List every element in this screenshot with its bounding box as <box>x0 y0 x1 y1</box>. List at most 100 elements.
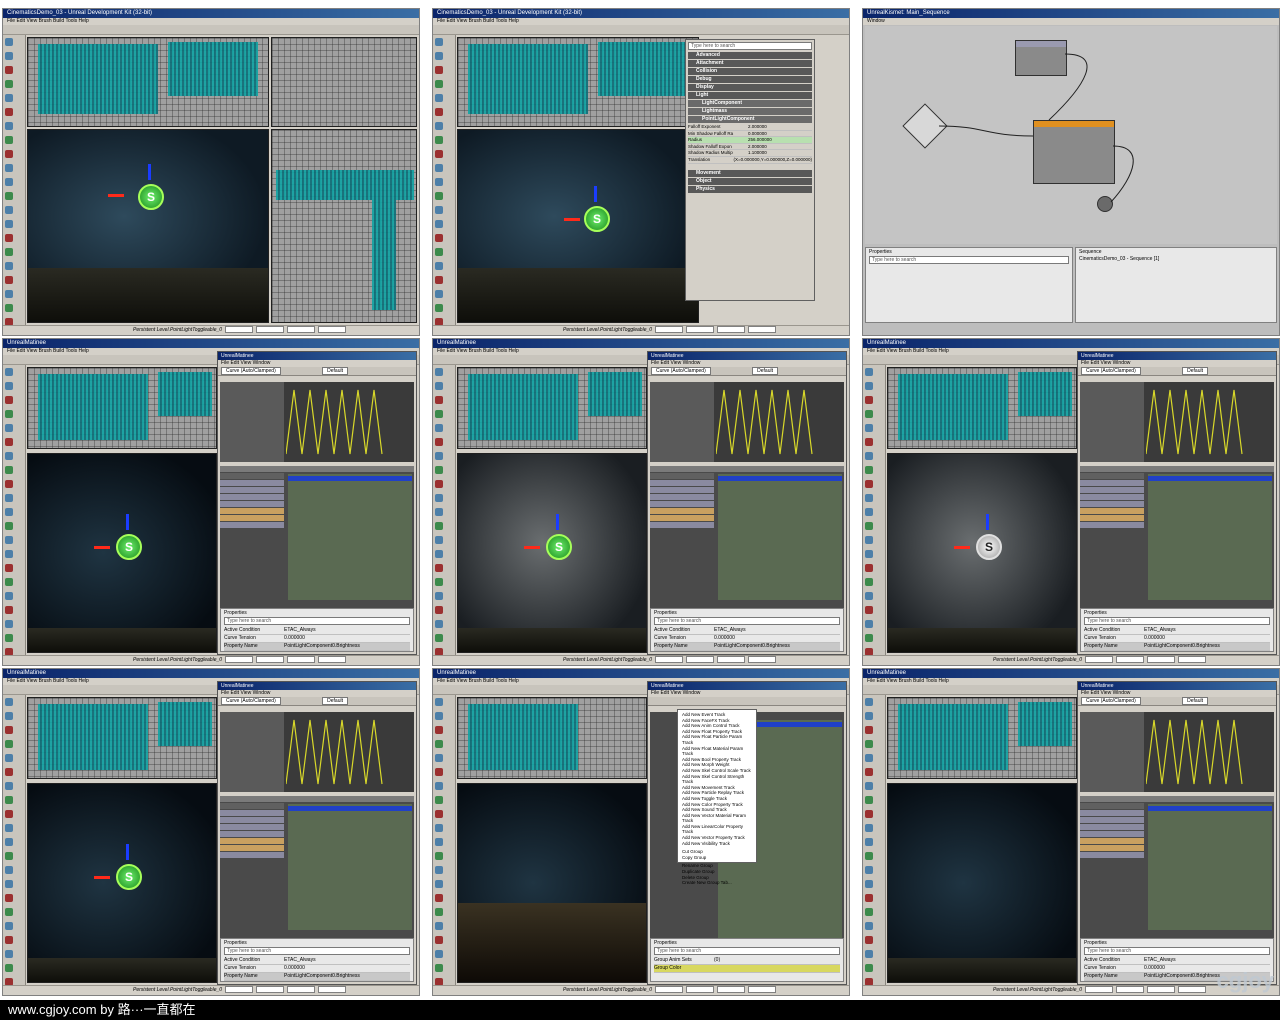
main-toolbar[interactable] <box>3 25 419 35</box>
point-light-icon[interactable]: S <box>116 534 142 560</box>
curve-mode-dropdown[interactable]: Curve (Auto/Clamped) <box>1081 697 1141 705</box>
front-viewport[interactable] <box>271 129 417 323</box>
prop-row[interactable]: Property Name PointLightComponent0.Bright… <box>224 643 410 651</box>
z-axis-gizmo[interactable] <box>126 844 129 860</box>
prop-row[interactable]: Falloff Exponent 2.000000 <box>688 124 812 131</box>
brightness-curve[interactable] <box>286 714 414 790</box>
matinee-toolbar[interactable]: Curve (Auto/Clamped) Default <box>218 697 416 706</box>
context-menu-item[interactable]: Add New Float Particle Param Track <box>682 734 752 745</box>
tool-strip[interactable] <box>433 365 456 665</box>
kismet-canvas[interactable] <box>865 26 1277 244</box>
side-viewport[interactable] <box>271 37 417 127</box>
perspective-viewport[interactable]: S <box>457 129 699 323</box>
curve-mode-dropdown[interactable]: Curve (Auto/Clamped) <box>221 697 281 705</box>
timeline[interactable] <box>1148 474 1272 600</box>
tool-strip[interactable] <box>433 695 456 995</box>
track-list[interactable] <box>650 466 844 614</box>
x-axis-gizmo[interactable] <box>954 546 970 549</box>
brightness-curve[interactable] <box>1146 384 1274 460</box>
menu-bar[interactable]: File Edit View Brush Build Tools Help <box>433 18 849 25</box>
group-dropdown[interactable]: Default <box>1182 367 1208 375</box>
top-viewport[interactable] <box>457 697 647 779</box>
curve-editor[interactable] <box>1080 712 1274 792</box>
perspective-viewport[interactable]: S <box>887 453 1077 653</box>
kismet-search-input[interactable]: Type here to search <box>869 256 1069 264</box>
prop-row[interactable]: Active Condition ETAC_Always <box>654 627 840 635</box>
track-context-menu[interactable]: Add New Event Track Add New FaceFX Track A… <box>677 709 757 885</box>
category-movement[interactable]: Movement <box>688 169 812 177</box>
top-viewport[interactable] <box>887 367 1077 449</box>
curve-editor[interactable] <box>1080 382 1274 462</box>
tool-strip[interactable] <box>3 365 26 665</box>
sequence-tree-item[interactable]: CinematicsDemo_03 - Sequence [1] <box>1079 256 1273 263</box>
perspective-viewport[interactable]: S <box>27 453 217 653</box>
matinee-toolbar[interactable]: Curve (Auto/Clamped) Default <box>1078 367 1276 376</box>
track-list[interactable] <box>220 796 414 944</box>
perspective-viewport[interactable]: S <box>457 453 647 653</box>
x-axis-gizmo[interactable] <box>564 218 580 221</box>
curve-mode-dropdown[interactable]: Curve (Auto/Clamped) <box>221 367 281 375</box>
x-axis-gizmo[interactable] <box>108 194 124 197</box>
tool-strip[interactable] <box>863 695 886 995</box>
perspective-viewport[interactable] <box>457 783 647 983</box>
top-viewport[interactable] <box>457 37 699 127</box>
context-menu-item[interactable]: Add New Skel Control Scale Track <box>682 768 752 774</box>
point-light-icon[interactable]: S <box>546 534 572 560</box>
track-list[interactable] <box>1080 796 1274 944</box>
prop-row[interactable]: Property Name PointLightComponent0.Bright… <box>654 643 840 651</box>
context-menu-item[interactable]: Copy Group <box>682 855 752 861</box>
tool-strip[interactable] <box>863 365 886 665</box>
matinee-toolbar[interactable]: Curve (Auto/Clamped) Default <box>218 367 416 376</box>
category-debug[interactable]: Debug <box>688 76 812 83</box>
matinee-toolbar[interactable]: Curve (Auto/Clamped) Default <box>648 367 846 376</box>
context-menu-item[interactable]: Add New Skel Control Strength Track <box>682 774 752 785</box>
properties-search-input[interactable]: Type here to search <box>1084 617 1270 625</box>
group-dropdown[interactable]: Default <box>322 367 348 375</box>
curve-mode-dropdown[interactable]: Curve (Auto/Clamped) <box>1081 367 1141 375</box>
point-light-icon[interactable]: S <box>116 864 142 890</box>
prop-row-radius[interactable]: Radius 256.000000 <box>688 137 812 144</box>
context-menu-item[interactable]: Add New Visibility Track <box>682 841 752 847</box>
prop-row[interactable]: Property Name PointLightComponent0.Bright… <box>1084 643 1270 651</box>
perspective-viewport[interactable]: S <box>27 129 269 323</box>
brightness-curve[interactable] <box>286 384 414 460</box>
matinee-menu[interactable]: File Edit View Window <box>218 360 416 367</box>
prop-row[interactable]: Property Name PointLightComponent0.Bright… <box>224 973 410 981</box>
prop-row[interactable]: Active Condition ETAC_Always <box>1084 957 1270 965</box>
context-menu-item[interactable]: Add New Float Material Param Track <box>682 746 752 757</box>
group-dropdown[interactable]: Default <box>1182 697 1208 705</box>
properties-search-input[interactable]: Type here to search <box>654 617 840 625</box>
top-viewport[interactable] <box>27 697 217 779</box>
prop-row[interactable]: Active Condition ETAC_Always <box>224 957 410 965</box>
category-display[interactable]: Display <box>688 84 812 91</box>
top-viewport[interactable] <box>457 367 647 449</box>
prop-row-translation[interactable]: Translation (X=0.000000,Y=0.000000,Z=0.00… <box>688 157 812 164</box>
matinee-menu[interactable]: File Edit View Window <box>648 690 846 697</box>
tool-strip[interactable] <box>3 35 26 335</box>
timeline[interactable] <box>288 474 412 600</box>
category-physics[interactable]: Physics <box>688 185 812 193</box>
category-attachment[interactable]: Attachment <box>688 60 812 67</box>
context-menu-item[interactable]: Add New Vector Property Track <box>682 835 752 841</box>
z-axis-gizmo[interactable] <box>556 514 559 530</box>
z-axis-gizmo[interactable] <box>148 164 151 180</box>
category-advanced[interactable]: Advanced <box>688 52 812 59</box>
property-window[interactable]: Type here to search Advanced Attachment … <box>685 39 815 301</box>
point-light-icon[interactable]: S <box>138 184 164 210</box>
matinee-menu[interactable]: File Edit View Window <box>218 690 416 697</box>
curve-editor[interactable] <box>650 382 844 462</box>
matinee-toolbar[interactable] <box>648 697 846 706</box>
brightness-curve[interactable] <box>1146 714 1274 790</box>
z-axis-gizmo[interactable] <box>594 186 597 202</box>
context-menu-item[interactable]: Add New LinearColor Property Track <box>682 824 752 835</box>
prop-row[interactable]: Curve Tension 0.000000 <box>654 635 840 643</box>
tool-strip[interactable] <box>433 35 456 335</box>
matinee-toolbar[interactable]: Curve (Auto/Clamped) Default <box>1078 697 1276 706</box>
matinee-menu[interactable]: File Edit View Window <box>1078 690 1276 697</box>
curve-mode-dropdown[interactable]: Curve (Auto/Clamped) <box>651 367 711 375</box>
timeline[interactable] <box>1148 804 1272 930</box>
curve-editor[interactable] <box>220 712 414 792</box>
point-light-icon[interactable]: S <box>976 534 1002 560</box>
z-axis-gizmo[interactable] <box>126 514 129 530</box>
properties-search-input[interactable]: Type here to search <box>224 947 410 955</box>
